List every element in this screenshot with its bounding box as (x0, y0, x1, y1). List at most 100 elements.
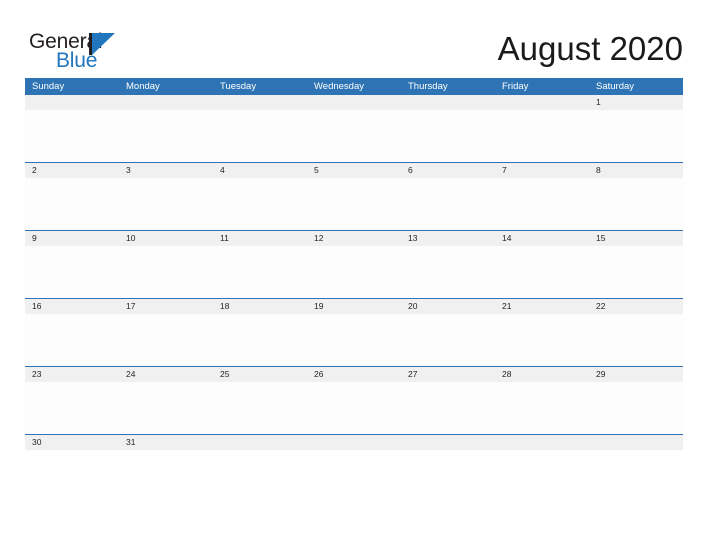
day-header-saturday: Saturday (596, 81, 635, 92)
day-header-thursday: Thursday (408, 81, 448, 92)
day-header-wednesday: Wednesday (314, 81, 364, 92)
calendar-week-row: 9 10 11 12 13 14 15 (25, 230, 683, 298)
week-note-area (25, 382, 683, 434)
note-cell[interactable] (401, 178, 495, 230)
note-cell[interactable] (401, 110, 495, 162)
date-cell[interactable]: 27 (401, 367, 495, 382)
note-cell[interactable] (495, 382, 589, 434)
note-cell[interactable] (401, 246, 495, 298)
note-cell[interactable] (119, 110, 213, 162)
date-cell[interactable]: 13 (401, 231, 495, 246)
date-cell[interactable] (213, 95, 307, 110)
note-cell[interactable] (307, 382, 401, 434)
brand-name-blue: Blue (56, 49, 98, 72)
date-cell[interactable]: 19 (307, 299, 401, 314)
calendar-page: General Blue August 2020 Sunday Monday T… (0, 0, 712, 550)
date-cell[interactable]: 8 (589, 163, 683, 178)
week-date-strip: 1 (25, 95, 683, 110)
date-cell[interactable]: 9 (25, 231, 119, 246)
date-cell[interactable]: 23 (25, 367, 119, 382)
note-cell[interactable] (589, 110, 683, 162)
date-cell[interactable]: 22 (589, 299, 683, 314)
date-cell[interactable]: 1 (589, 95, 683, 110)
calendar-week-row: 23 24 25 26 27 28 29 (25, 366, 683, 434)
brand-logo[interactable]: General Blue (29, 31, 189, 73)
note-cell[interactable] (213, 110, 307, 162)
page-title: August 2020 (497, 30, 683, 67)
week-date-strip: 2 3 4 5 6 7 8 (25, 162, 683, 178)
note-cell[interactable] (495, 110, 589, 162)
week-note-area (25, 314, 683, 366)
page-header: General Blue August 2020 (0, 0, 712, 78)
date-cell[interactable]: 14 (495, 231, 589, 246)
note-cell[interactable] (213, 382, 307, 434)
note-cell[interactable] (495, 314, 589, 366)
day-header-monday: Monday (126, 81, 160, 92)
date-cell[interactable]: 24 (119, 367, 213, 382)
note-cell[interactable] (307, 314, 401, 366)
date-cell[interactable]: 5 (307, 163, 401, 178)
note-cell[interactable] (307, 246, 401, 298)
week-note-area (25, 110, 683, 162)
note-cell[interactable] (213, 246, 307, 298)
calendar-week-row: 16 17 18 19 20 21 22 (25, 298, 683, 366)
note-cell[interactable] (25, 178, 119, 230)
week-date-strip: 16 17 18 19 20 21 22 (25, 298, 683, 314)
date-cell[interactable]: 26 (307, 367, 401, 382)
date-cell[interactable]: 4 (213, 163, 307, 178)
note-cell[interactable] (213, 178, 307, 230)
note-cell[interactable] (589, 178, 683, 230)
note-cell[interactable] (213, 314, 307, 366)
date-cell[interactable] (213, 435, 307, 450)
date-cell[interactable] (495, 435, 589, 450)
date-cell[interactable] (119, 95, 213, 110)
calendar-day-header-row: Sunday Monday Tuesday Wednesday Thursday… (25, 78, 683, 95)
note-cell[interactable] (119, 246, 213, 298)
date-cell[interactable] (25, 95, 119, 110)
date-cell[interactable]: 12 (307, 231, 401, 246)
date-cell[interactable]: 7 (495, 163, 589, 178)
note-cell[interactable] (119, 382, 213, 434)
date-cell[interactable] (495, 95, 589, 110)
note-cell[interactable] (307, 178, 401, 230)
week-date-strip: 23 24 25 26 27 28 29 (25, 366, 683, 382)
note-cell[interactable] (119, 314, 213, 366)
date-cell[interactable]: 11 (213, 231, 307, 246)
date-cell[interactable]: 21 (495, 299, 589, 314)
date-cell[interactable]: 10 (119, 231, 213, 246)
week-date-strip: 30 31 (25, 434, 683, 450)
date-cell[interactable] (589, 435, 683, 450)
date-cell[interactable]: 15 (589, 231, 683, 246)
note-cell[interactable] (495, 178, 589, 230)
note-cell[interactable] (589, 314, 683, 366)
date-cell[interactable]: 29 (589, 367, 683, 382)
note-cell[interactable] (401, 314, 495, 366)
date-cell[interactable]: 17 (119, 299, 213, 314)
date-cell[interactable]: 3 (119, 163, 213, 178)
date-cell[interactable] (401, 95, 495, 110)
note-cell[interactable] (589, 382, 683, 434)
note-cell[interactable] (119, 178, 213, 230)
note-cell[interactable] (25, 110, 119, 162)
note-cell[interactable] (25, 382, 119, 434)
date-cell[interactable]: 25 (213, 367, 307, 382)
date-cell[interactable] (401, 435, 495, 450)
date-cell[interactable]: 31 (119, 435, 213, 450)
date-cell[interactable]: 30 (25, 435, 119, 450)
note-cell[interactable] (401, 382, 495, 434)
date-cell[interactable] (307, 435, 401, 450)
day-header-tuesday: Tuesday (220, 81, 257, 92)
note-cell[interactable] (25, 246, 119, 298)
date-cell[interactable]: 18 (213, 299, 307, 314)
calendar-table: Sunday Monday Tuesday Wednesday Thursday… (25, 78, 683, 450)
date-cell[interactable] (307, 95, 401, 110)
date-cell[interactable]: 2 (25, 163, 119, 178)
note-cell[interactable] (307, 110, 401, 162)
date-cell[interactable]: 28 (495, 367, 589, 382)
note-cell[interactable] (25, 314, 119, 366)
date-cell[interactable]: 6 (401, 163, 495, 178)
date-cell[interactable]: 16 (25, 299, 119, 314)
note-cell[interactable] (495, 246, 589, 298)
date-cell[interactable]: 20 (401, 299, 495, 314)
note-cell[interactable] (589, 246, 683, 298)
